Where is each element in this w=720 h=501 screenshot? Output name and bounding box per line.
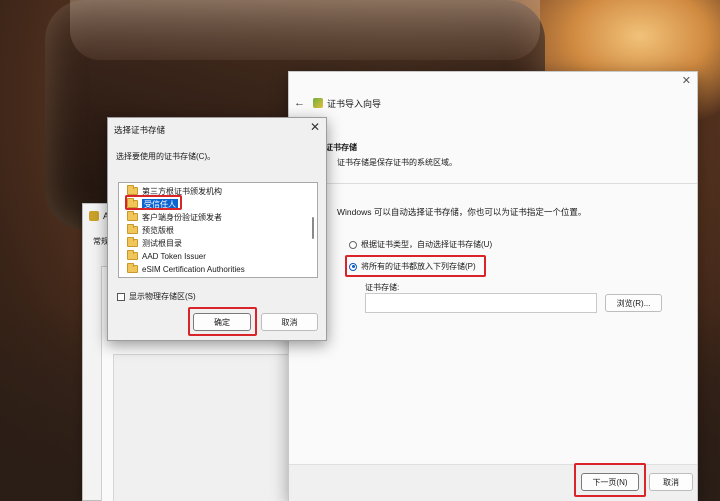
wizard-close-icon[interactable]: ✕ — [682, 74, 691, 87]
folder-icon — [127, 263, 138, 273]
folder-icon — [127, 237, 138, 247]
import-wizard-window: ✕ ← 证书导入向导 证书存储 证书存储是保存证书的系统区域。 Windows … — [288, 71, 698, 501]
section-description: 证书存储是保存证书的系统区域。 — [337, 158, 457, 167]
folder-icon — [127, 185, 138, 195]
folder-icon — [127, 211, 138, 221]
dialog-cancel-button[interactable]: 取消 — [261, 313, 318, 331]
header-divider — [289, 183, 697, 184]
radio-auto-label: 根据证书类型，自动选择证书存储(U) — [361, 240, 493, 249]
show-physical-checkbox[interactable]: 显示物理存储区(S) — [117, 291, 196, 302]
show-physical-label: 显示物理存储区(S) — [129, 292, 196, 301]
tree-item[interactable]: 预览版根 — [127, 224, 174, 236]
dialog-prompt: 选择要使用的证书存储(C)。 — [116, 152, 216, 161]
store-field[interactable] — [365, 293, 597, 313]
radio-auto-select[interactable]: 根据证书类型，自动选择证书存储(U) — [349, 239, 492, 250]
highlight-selected-store — [125, 195, 182, 210]
show-physical-box[interactable] — [117, 292, 125, 301]
folder-icon — [127, 224, 138, 234]
wizard-header: ← 证书导入向导 — [289, 90, 697, 116]
ok-button[interactable]: 确定 — [193, 313, 251, 331]
store-label: 证书存储: — [365, 283, 400, 292]
tree-item[interactable]: eSIM Certification Authorities — [127, 263, 245, 275]
folder-icon — [127, 250, 138, 260]
radio-manual-label: 将所有的证书都放入下列存储(P) — [361, 262, 476, 271]
tree-scrollbar-thumb[interactable] — [312, 217, 314, 239]
radio-manual-select[interactable]: 将所有的证书都放入下列存储(P) — [349, 261, 476, 272]
tree-item[interactable]: 客户端身份验证颁发者 — [127, 211, 222, 223]
certificate-icon — [89, 211, 99, 221]
select-store-dialog: 选择证书存储 ✕ 选择要使用的证书存储(C)。 第三方根证书颁发机构 受信任人 … — [107, 117, 327, 341]
tree-item[interactable]: AAD Token Issuer — [127, 250, 206, 262]
properties-subpanel — [113, 354, 293, 501]
dialog-title: 选择证书存储 — [114, 125, 166, 135]
dialog-close-icon[interactable]: ✕ — [310, 120, 320, 134]
browse-button[interactable]: 浏览(R)... — [605, 294, 662, 312]
section-title: 证书存储 — [325, 143, 357, 152]
intro-text: Windows 可以自动选择证书存储，你也可以为证书指定一个位置。 — [337, 207, 587, 217]
radio-manual-indicator[interactable] — [349, 262, 357, 271]
tree-item[interactable]: 测试根目录 — [127, 237, 182, 249]
back-arrow-icon[interactable]: ← — [294, 97, 305, 109]
background-glass-rim — [70, 0, 540, 60]
tree-scrollbar[interactable] — [311, 187, 315, 275]
wizard-title: 证书导入向导 — [327, 98, 382, 109]
wizard-cancel-button[interactable]: 取消 — [649, 473, 693, 491]
wizard-certificate-icon — [313, 98, 323, 108]
radio-auto-indicator[interactable] — [349, 240, 357, 249]
next-button[interactable]: 下一页(N) — [581, 473, 639, 491]
